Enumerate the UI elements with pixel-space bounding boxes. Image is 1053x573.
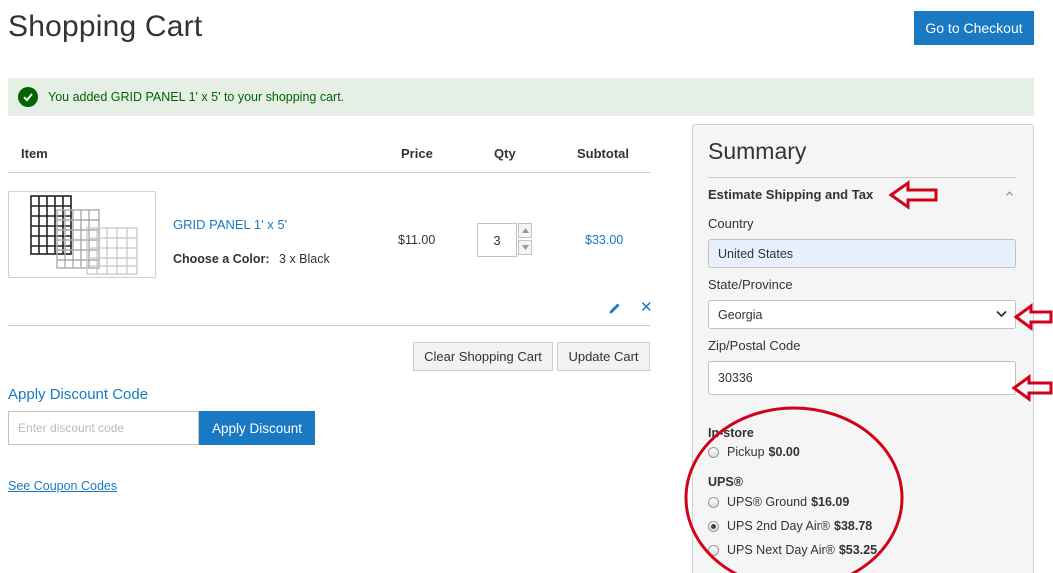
chevron-up-icon: [521, 228, 529, 233]
apply-discount-toggle[interactable]: Apply Discount Code: [8, 386, 148, 403]
divider: [8, 172, 650, 173]
discount-code-input[interactable]: [8, 411, 199, 445]
checkmark-icon: [18, 87, 38, 107]
update-cart-button[interactable]: Update Cart: [557, 342, 650, 371]
radio-button[interactable]: [708, 446, 719, 458]
shipping-option-ups-2nd-day-air[interactable]: UPS 2nd Day Air® $38.78: [708, 519, 872, 533]
divider: [8, 325, 650, 326]
go-to-checkout-button[interactable]: Go to Checkout: [914, 11, 1034, 45]
item-price: $11.00: [398, 233, 436, 247]
shipping-option-price: $38.78: [834, 519, 873, 533]
column-header-qty: Qty: [494, 146, 516, 161]
state-select[interactable]: Georgia: [708, 300, 1016, 329]
radio-button[interactable]: [708, 544, 719, 556]
state-label: State/Province: [708, 277, 793, 292]
summary-title: Summary: [708, 138, 807, 164]
chevron-down-icon: [996, 310, 1007, 318]
shipping-option-label: UPS 2nd Day Air®: [727, 519, 831, 533]
product-option-value: 3 x Black: [279, 252, 330, 266]
page-title: Shopping Cart: [8, 10, 203, 43]
product-thumbnail[interactable]: [8, 191, 156, 278]
chevron-down-icon: [521, 245, 529, 250]
see-coupon-codes-link[interactable]: See Coupon Codes: [8, 479, 117, 493]
qty-input[interactable]: [477, 223, 517, 257]
zip-label: Zip/Postal Code: [708, 338, 801, 353]
shipping-option-label: Pickup: [727, 445, 765, 459]
divider: [708, 177, 1016, 178]
chevron-up-icon[interactable]: [1006, 188, 1013, 199]
success-message-text: You added GRID PANEL 1' x 5' to your sho…: [48, 90, 345, 104]
remove-item-icon[interactable]: ✕: [640, 300, 653, 316]
state-value: Georgia: [718, 307, 763, 322]
column-header-subtotal: Subtotal: [577, 146, 629, 161]
shipping-option-price: $0.00: [768, 445, 800, 459]
shipping-option-label: UPS Next Day Air®: [727, 543, 835, 557]
shipping-option-label: UPS® Ground: [727, 495, 808, 509]
zip-input[interactable]: 30336: [708, 361, 1016, 395]
estimate-shipping-toggle[interactable]: Estimate Shipping and Tax: [708, 187, 873, 202]
shipping-option-pickup[interactable]: Pickup $0.00: [708, 445, 800, 459]
success-message: You added GRID PANEL 1' x 5' to your sho…: [8, 78, 1034, 116]
product-name-link[interactable]: GRID PANEL 1' x 5': [173, 217, 287, 232]
apply-discount-button[interactable]: Apply Discount: [199, 411, 315, 445]
product-option-label: Choose a Color:: [173, 252, 270, 266]
shipping-option-price: $53.25: [838, 543, 878, 557]
column-header-price: Price: [401, 146, 433, 161]
product-option: Choose a Color: 3 x Black: [173, 252, 330, 266]
shipping-option-price: $16.09: [811, 495, 850, 509]
radio-button-selected[interactable]: [708, 520, 719, 532]
shipping-group-title: UPS®: [708, 475, 743, 489]
shipping-group-title: In-store: [708, 426, 754, 440]
country-value: United States: [718, 246, 794, 261]
country-label: Country: [708, 216, 754, 231]
radio-button[interactable]: [708, 496, 719, 508]
qty-decrease-button[interactable]: [518, 240, 532, 255]
column-header-item: Item: [21, 146, 48, 161]
clear-shopping-cart-button[interactable]: Clear Shopping Cart: [413, 342, 553, 371]
shipping-option-ups-ground[interactable]: UPS® Ground $16.09: [708, 495, 849, 509]
country-select[interactable]: United States: [708, 239, 1016, 268]
zip-value: 30336: [718, 371, 753, 385]
edit-pencil-icon[interactable]: [608, 301, 622, 320]
qty-increase-button[interactable]: [518, 223, 532, 238]
item-subtotal: $33.00: [585, 233, 624, 247]
shipping-option-ups-next-day-air[interactable]: UPS Next Day Air® $53.25: [708, 543, 877, 557]
